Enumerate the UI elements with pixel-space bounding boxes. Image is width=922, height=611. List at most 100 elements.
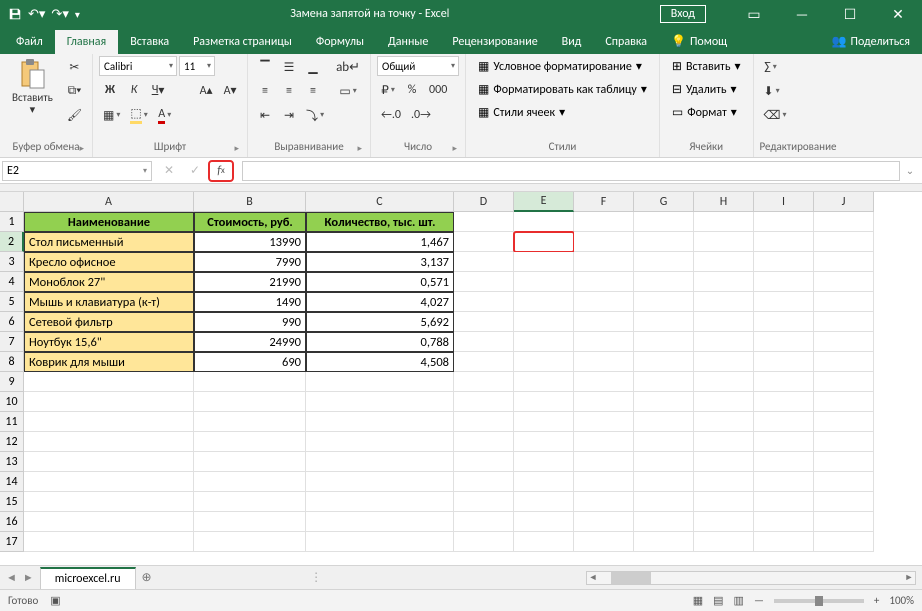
cell[interactable] [574, 452, 634, 472]
tab-view[interactable]: Вид [550, 30, 594, 54]
column-header[interactable]: A [24, 192, 194, 212]
expand-formula-bar[interactable]: ⌄ [900, 164, 920, 177]
cell[interactable] [574, 352, 634, 372]
cell[interactable] [574, 532, 634, 552]
row-header[interactable]: 9 [0, 372, 24, 392]
cancel-formula-icon[interactable]: ✕ [156, 160, 182, 182]
cell[interactable] [24, 532, 194, 552]
format-cells-button[interactable]: ▭Формат▾ [666, 102, 743, 123]
cell[interactable] [634, 372, 694, 392]
cell[interactable] [574, 232, 634, 252]
cell[interactable] [694, 332, 754, 352]
cell[interactable] [754, 412, 814, 432]
cell[interactable] [754, 272, 814, 292]
cell[interactable] [694, 412, 754, 432]
cell[interactable] [694, 352, 754, 372]
cell[interactable] [454, 252, 514, 272]
font-name-combo[interactable]: Calibri [99, 56, 177, 76]
cell[interactable]: Коврик для мыши [24, 352, 194, 372]
cell[interactable] [514, 432, 574, 452]
cell[interactable] [814, 352, 874, 372]
cell[interactable] [814, 332, 874, 352]
cell[interactable] [574, 372, 634, 392]
login-button[interactable]: Вход [660, 5, 706, 23]
row-header[interactable]: 8 [0, 352, 24, 372]
cell[interactable] [574, 492, 634, 512]
cell[interactable] [194, 512, 306, 532]
cell[interactable] [754, 372, 814, 392]
alignment-launcher[interactable]: ▸ [358, 143, 363, 154]
cell[interactable] [814, 232, 874, 252]
tab-home[interactable]: Главная [55, 30, 118, 54]
column-header[interactable]: C [306, 192, 454, 212]
cell[interactable] [454, 372, 514, 392]
cell[interactable] [814, 392, 874, 412]
row-header[interactable]: 4 [0, 272, 24, 292]
cell[interactable] [634, 352, 694, 372]
cell[interactable] [514, 452, 574, 472]
cell[interactable] [454, 472, 514, 492]
cell[interactable] [194, 452, 306, 472]
cell[interactable] [306, 372, 454, 392]
zoom-in-icon[interactable]: + [874, 594, 879, 607]
align-left-icon[interactable]: ≡ [254, 80, 276, 102]
cell[interactable] [454, 292, 514, 312]
cell[interactable] [754, 212, 814, 232]
font-size-combo[interactable]: 11 [179, 56, 215, 76]
cell[interactable] [634, 292, 694, 312]
tab-review[interactable]: Рецензирование [440, 30, 549, 54]
row-header[interactable]: 1 [0, 212, 24, 232]
row-header[interactable]: 12 [0, 432, 24, 452]
cell[interactable] [814, 512, 874, 532]
cell[interactable] [306, 472, 454, 492]
align-middle-icon[interactable]: ☰ [278, 56, 300, 78]
cell[interactable] [694, 472, 754, 492]
cell[interactable] [194, 432, 306, 452]
cell[interactable] [634, 512, 694, 532]
cell[interactable] [306, 512, 454, 532]
merge-cells-icon[interactable]: ▭ [332, 80, 364, 102]
cell[interactable] [514, 492, 574, 512]
font-launcher[interactable]: ▸ [235, 143, 240, 154]
cell[interactable]: 3,137 [306, 252, 454, 272]
fill-icon[interactable]: ⬇ [760, 80, 784, 102]
zoom-out-icon[interactable]: — [754, 594, 764, 607]
cell[interactable] [754, 252, 814, 272]
cell[interactable] [694, 492, 754, 512]
comma-style-icon[interactable]: 000 [425, 79, 451, 101]
increase-font-icon[interactable]: A▴ [195, 79, 217, 101]
underline-button[interactable]: Ч▾ [147, 79, 169, 101]
cell[interactable] [514, 392, 574, 412]
cell[interactable] [454, 332, 514, 352]
tab-help[interactable]: Справка [593, 30, 659, 54]
clear-icon[interactable]: ⌫ [760, 104, 791, 126]
zoom-slider[interactable] [774, 599, 864, 603]
cell[interactable] [24, 452, 194, 472]
cell[interactable] [694, 532, 754, 552]
cell[interactable] [814, 212, 874, 232]
cell[interactable] [754, 312, 814, 332]
cell[interactable] [514, 272, 574, 292]
cell[interactable] [634, 392, 694, 412]
column-header[interactable]: B [194, 192, 306, 212]
cell[interactable] [574, 252, 634, 272]
tab-formulas[interactable]: Формулы [304, 30, 376, 54]
row-header[interactable]: 10 [0, 392, 24, 412]
cell[interactable] [454, 452, 514, 472]
cell-styles-button[interactable]: ▦Стили ячеек▾ [472, 102, 571, 123]
view-normal-icon[interactable]: ▦ [693, 594, 703, 607]
cell[interactable]: Мышь и клавиатура (к-т) [24, 292, 194, 312]
cell[interactable]: 4,027 [306, 292, 454, 312]
column-header[interactable]: F [574, 192, 634, 212]
column-header[interactable]: G [634, 192, 694, 212]
number-format-combo[interactable]: Общий [377, 56, 459, 76]
cell[interactable] [814, 532, 874, 552]
cell[interactable] [754, 532, 814, 552]
cell[interactable] [814, 292, 874, 312]
macro-record-icon[interactable]: ▣ [50, 594, 60, 607]
cell[interactable]: 24990 [194, 332, 306, 352]
cell[interactable] [514, 312, 574, 332]
cell[interactable] [454, 492, 514, 512]
copy-icon[interactable]: ⧉▾ [63, 80, 86, 102]
cell[interactable] [814, 252, 874, 272]
